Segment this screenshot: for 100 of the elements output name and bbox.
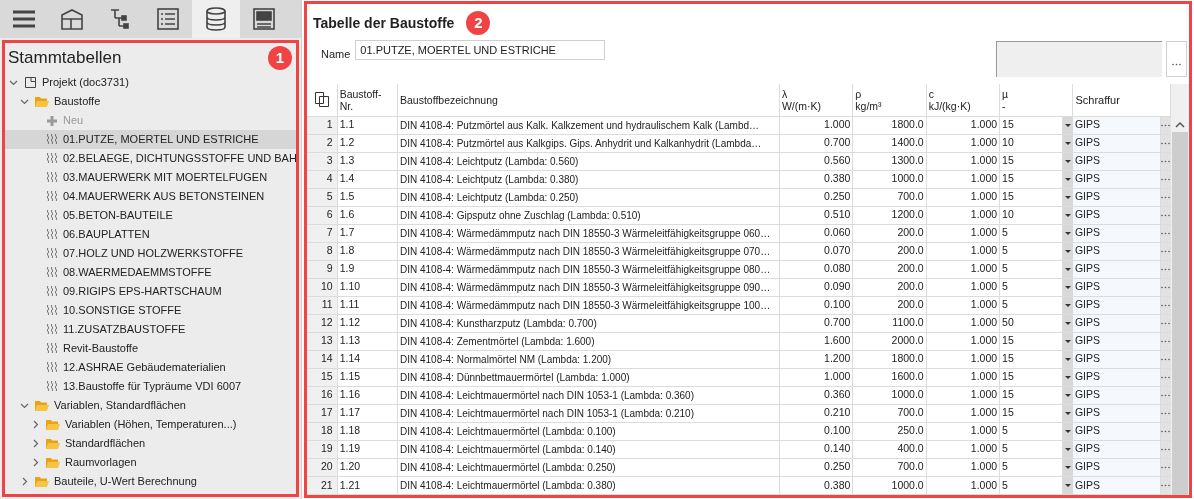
dropdown-arrow-icon[interactable] [1065, 303, 1072, 307]
dropdown-arrow-icon[interactable] [1065, 411, 1072, 415]
tree-item[interactable]: 13.Baustoffe für Typräume VDI 6007 [5, 377, 296, 396]
ellipsis-icon[interactable] [1160, 141, 1170, 145]
chevron-icon[interactable] [20, 97, 29, 106]
ellipsis-icon[interactable] [1160, 195, 1170, 199]
ellipsis-icon[interactable] [1160, 483, 1170, 487]
ellipsis-icon[interactable] [1160, 213, 1170, 217]
table-cell[interactable]: 5 [999, 422, 1063, 441]
tree-item[interactable]: Bauteile, U-Wert Berechnung [5, 472, 296, 491]
ellipsis-icon[interactable] [1160, 321, 1170, 325]
tree-item[interactable]: 03.MAUERWERK MIT MOERTELFUGEN [5, 168, 296, 187]
tree-item[interactable]: Standardflächen [5, 434, 296, 453]
tree-item[interactable]: Variablen (Höhen, Temperaturen...) [5, 415, 296, 434]
dropdown-arrow-icon[interactable] [1065, 249, 1072, 253]
table-cell[interactable]: 15 [999, 386, 1063, 405]
dropdown-arrow-icon[interactable] [1065, 339, 1072, 343]
dropdown-arrow-icon[interactable] [1065, 321, 1072, 325]
dropdown-arrow-icon[interactable] [1065, 267, 1072, 271]
tree-item[interactable]: 06.BAUPLATTEN [5, 225, 296, 244]
table-cell[interactable]: 15 [999, 350, 1063, 369]
table-cell[interactable]: 5 [999, 242, 1063, 261]
dropdown-arrow-icon[interactable] [1065, 465, 1072, 469]
dropdown-arrow-icon[interactable] [1065, 213, 1072, 217]
ellipsis-icon[interactable] [1160, 393, 1170, 397]
table-cell: 0.210 [779, 404, 853, 423]
table-cell[interactable]: 10 [999, 134, 1063, 153]
dropdown-arrow-icon[interactable] [1065, 483, 1072, 487]
ellipsis-icon[interactable] [1160, 447, 1170, 451]
table-cell[interactable]: 5 [999, 440, 1063, 459]
tree-item[interactable]: Projekt (doc3731) [5, 73, 296, 92]
tree-item[interactable]: 05.BETON-BAUTEILE [5, 206, 296, 225]
chevron-icon[interactable] [20, 477, 29, 486]
tree-item[interactable]: 09.RIGIPS EPS-HARTSCHAUM [5, 282, 296, 301]
dropdown-arrow-icon[interactable] [1065, 141, 1072, 145]
tree-item[interactable]: 08.WAERMEDAEMMSTOFFE [5, 263, 296, 282]
scroll-thumb[interactable] [1172, 132, 1188, 495]
table-cell[interactable]: 5 [999, 458, 1063, 477]
ellipsis-icon[interactable] [1160, 375, 1170, 379]
dropdown-arrow-icon[interactable] [1065, 447, 1072, 451]
scrollbar[interactable] [1171, 84, 1189, 495]
ellipsis-icon[interactable] [1160, 231, 1170, 235]
tree-item[interactable]: 04.MAUERWERK AUS BETONSTEINEN [5, 187, 296, 206]
tree-item[interactable]: 02.BELAEGE, DICHTUNGSSTOFFE UND BAH [5, 149, 296, 168]
table-cell[interactable]: 15 [999, 116, 1063, 134]
table-cell[interactable]: 5 [999, 224, 1063, 243]
dropdown-arrow-icon[interactable] [1065, 177, 1072, 181]
dropdown-arrow-icon[interactable] [1065, 123, 1072, 127]
ellipsis-icon[interactable] [1160, 249, 1170, 253]
ellipsis-icon[interactable] [1160, 411, 1170, 415]
tree-item[interactable]: 10.SONSTIGE STOFFE [5, 301, 296, 320]
chevron-icon[interactable] [31, 458, 40, 467]
dropdown-arrow-icon[interactable] [1065, 285, 1072, 289]
ellipsis-icon[interactable] [1160, 267, 1170, 271]
ellipsis-icon[interactable] [1160, 159, 1170, 163]
table-cell[interactable]: 5 [999, 260, 1063, 279]
tree-item[interactable]: Variablen, Standardflächen [5, 396, 296, 415]
ellipsis-icon[interactable] [1160, 429, 1170, 433]
ellipsis-icon[interactable] [1160, 303, 1170, 307]
tree-item[interactable]: 07.HOLZ UND HOLZWERKSTOFFE [5, 244, 296, 263]
ellipsis-icon[interactable] [1160, 123, 1170, 127]
ellipsis-icon[interactable] [1160, 177, 1170, 181]
coil-icon [46, 190, 58, 203]
dropdown-arrow-icon[interactable] [1065, 357, 1072, 361]
chevron-icon[interactable] [9, 78, 18, 87]
toolbar-tab[interactable] [192, 0, 240, 38]
table-cell[interactable]: 5 [999, 476, 1063, 495]
dropdown-arrow-icon[interactable] [1065, 231, 1072, 235]
ellipsis-icon[interactable] [1172, 63, 1181, 66]
table-cell: 0.510 [779, 206, 853, 225]
table-cell[interactable]: 15 [999, 170, 1063, 189]
ellipsis-icon[interactable] [1160, 339, 1170, 343]
table-cell[interactable]: 10 [999, 206, 1063, 225]
copy-icon[interactable] [313, 91, 330, 109]
dropdown-arrow-icon[interactable] [1065, 159, 1072, 163]
dropdown-arrow-icon[interactable] [1065, 195, 1072, 199]
tree-item[interactable]: Baustoffe [5, 92, 296, 111]
table-cell[interactable]: 50 [999, 314, 1063, 333]
tree-item[interactable]: Raumvorlagen [5, 453, 296, 472]
name-field[interactable]: 01.PUTZE, MOERTEL UND ESTRICHE [355, 40, 606, 60]
table-cell[interactable]: 15 [999, 152, 1063, 171]
dropdown-arrow-icon[interactable] [1065, 393, 1072, 397]
chevron-icon[interactable] [31, 420, 40, 429]
dropdown-arrow-icon[interactable] [1065, 429, 1072, 433]
table-cell[interactable]: 5 [999, 296, 1063, 315]
chevron-icon[interactable] [20, 401, 29, 410]
tree-item[interactable]: 12.ASHRAE Gebäudematerialien [5, 358, 296, 377]
chevron-icon[interactable] [31, 439, 40, 448]
tree-item[interactable]: 01.PUTZE, MOERTEL UND ESTRICHE [5, 130, 296, 149]
tree-item[interactable]: Revit-Baustoffe [5, 339, 296, 358]
dropdown-arrow-icon[interactable] [1065, 375, 1072, 379]
ellipsis-icon[interactable] [1160, 465, 1170, 469]
tree-item[interactable]: 11.ZUSATZBAUSTOFFE [5, 320, 296, 339]
table-cell[interactable]: 15 [999, 404, 1063, 423]
ellipsis-icon[interactable] [1160, 357, 1170, 361]
table-cell[interactable]: 15 [999, 332, 1063, 351]
ellipsis-icon[interactable] [1160, 285, 1170, 289]
table-cell[interactable]: 15 [999, 368, 1063, 387]
table-cell[interactable]: 5 [999, 278, 1063, 297]
table-cell[interactable]: 15 [999, 188, 1063, 207]
